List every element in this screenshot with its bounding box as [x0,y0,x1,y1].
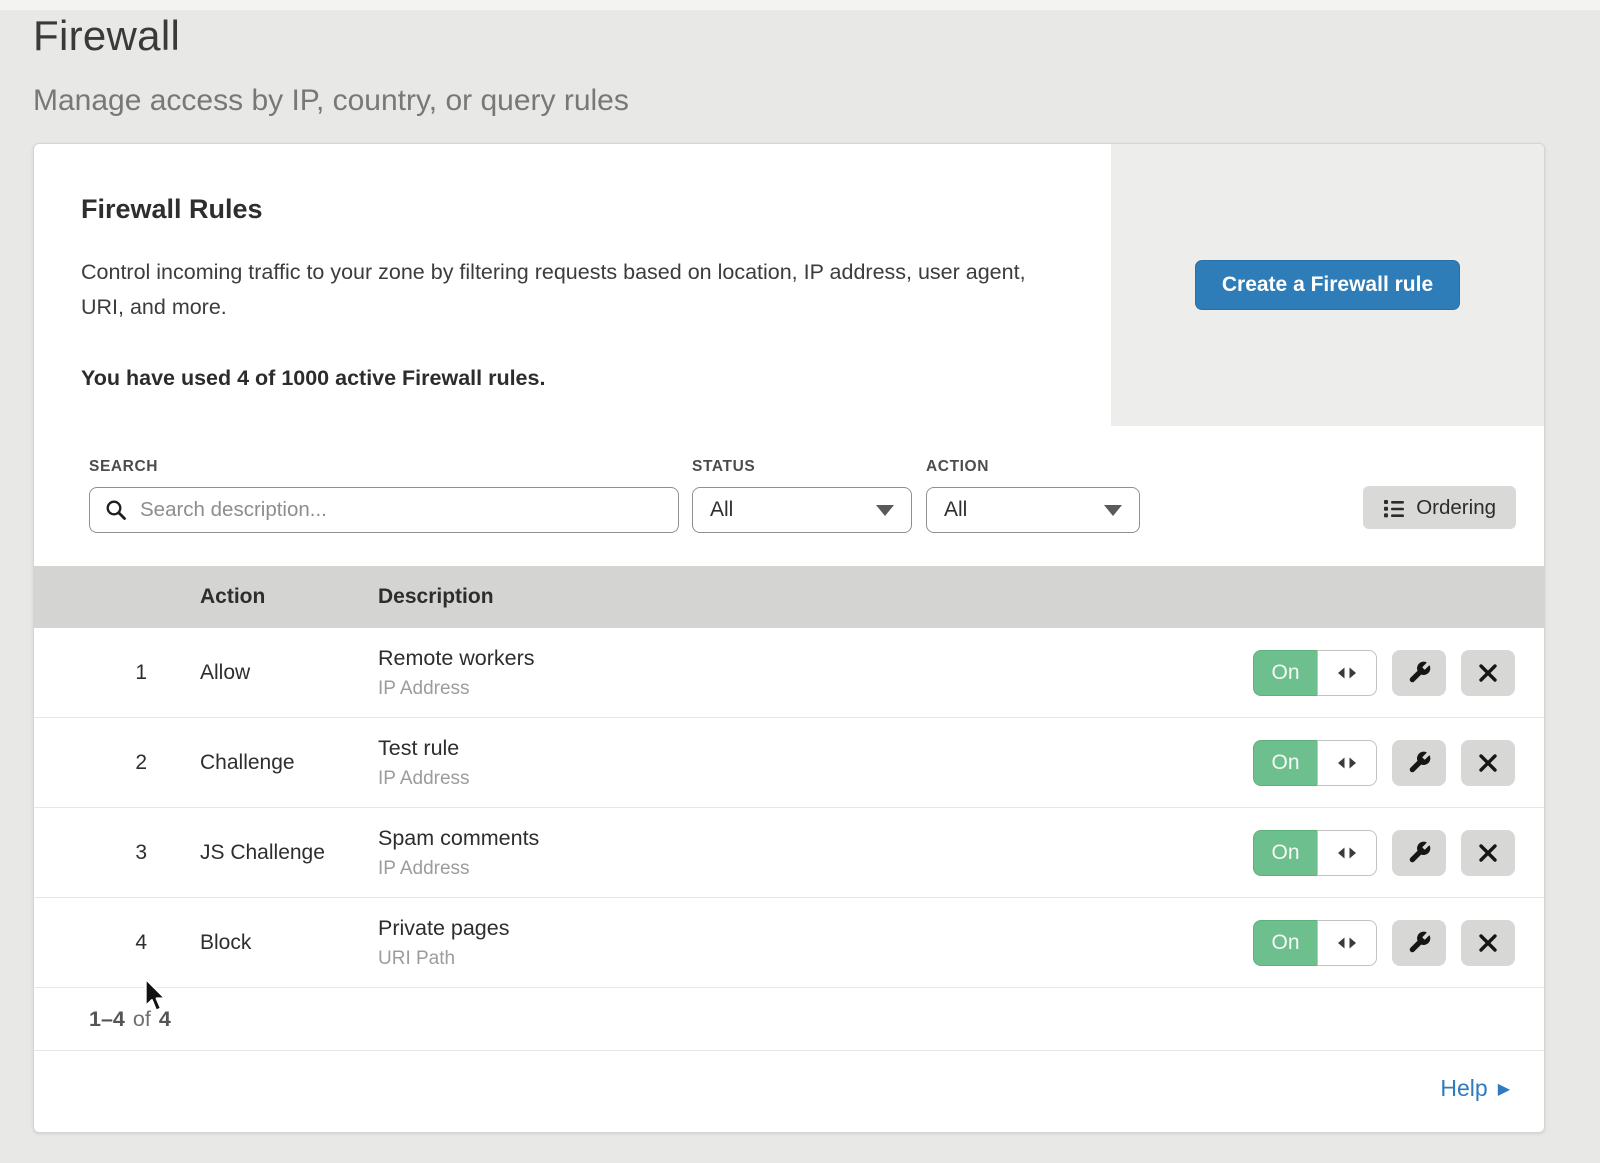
status-label: STATUS [692,458,912,476]
card-top-section: Firewall Rules Control incoming traffic … [34,144,1544,426]
create-rule-panel: Create a Firewall rule [1111,144,1544,426]
description-column-header: Description [378,585,1515,609]
rule-enabled-toggle: On [1253,830,1377,876]
search-box[interactable] [89,487,679,533]
rule-controls: On [1253,830,1515,876]
search-input[interactable] [138,497,664,523]
left-right-arrows-icon [1335,754,1359,772]
x-icon [1477,752,1499,774]
pagination-total: 4 [159,1007,171,1032]
wrench-icon [1407,660,1432,685]
rule-description: Remote workers [378,646,1253,671]
search-filter-group: SEARCH [89,458,679,533]
left-right-arrows-icon [1335,934,1359,952]
rule-enabled-toggle: On [1253,740,1377,786]
table-row: 4 Block Private pages URI Path On [34,898,1544,988]
filters-bar: SEARCH STATUS All ACTION All [34,426,1544,566]
page-subtitle: Manage access by IP, country, or query r… [33,84,1600,118]
rule-priority: 3 [89,841,147,865]
table-header: Action Description [34,566,1544,628]
top-strip [0,0,1600,10]
search-label: SEARCH [89,458,679,476]
rule-description: Test rule [378,736,1253,761]
rule-priority: 4 [89,931,147,955]
rule-match-type: IP Address [378,678,1253,700]
rule-priority: 1 [89,661,147,685]
rule-enabled-toggle: On [1253,920,1377,966]
chevron-down-icon [876,505,894,516]
action-column-header: Action [200,585,378,609]
edit-rule-button[interactable] [1392,740,1446,786]
delete-rule-button[interactable] [1461,920,1515,966]
card-intro: Firewall Rules Control incoming traffic … [34,144,1111,426]
toggle-on-segment[interactable]: On [1253,830,1317,876]
left-right-arrows-icon [1335,844,1359,862]
toggle-expand-segment[interactable] [1317,650,1377,696]
x-icon [1477,842,1499,864]
status-select[interactable]: All [692,487,912,533]
rule-controls: On [1253,920,1515,966]
ordering-button[interactable]: Ordering [1363,486,1516,529]
wrench-icon [1407,750,1432,775]
triangle-right-icon: ▶ [1498,1080,1510,1098]
page-title: Firewall [33,12,1600,60]
rule-action: Allow [200,661,378,685]
delete-rule-button[interactable] [1461,830,1515,876]
action-select[interactable]: All [926,487,1140,533]
help-link-label: Help [1440,1075,1487,1102]
card-footer: Help ▶ [34,1051,1544,1126]
wrench-icon [1407,930,1432,955]
page-header: Firewall Manage access by IP, country, o… [0,10,1600,118]
firewall-rules-card: Firewall Rules Control incoming traffic … [33,143,1545,1133]
edit-rule-button[interactable] [1392,650,1446,696]
left-right-arrows-icon [1335,664,1359,682]
action-select-value: All [944,498,967,522]
rule-match-type: URI Path [378,948,1253,970]
status-select-value: All [710,498,733,522]
rule-enabled-toggle: On [1253,650,1377,696]
toggle-on-segment[interactable]: On [1253,740,1317,786]
pagination: 1–4 of 4 [34,988,1544,1051]
table-row: 2 Challenge Test rule IP Address On [34,718,1544,808]
rule-priority: 2 [89,751,147,775]
rule-action: Block [200,931,378,955]
wrench-icon [1407,840,1432,865]
toggle-on-segment[interactable]: On [1253,650,1317,696]
rule-controls: On [1253,740,1515,786]
chevron-down-icon [1104,505,1122,516]
toggle-expand-segment[interactable] [1317,740,1377,786]
table-row: 1 Allow Remote workers IP Address On [34,628,1544,718]
delete-rule-button[interactable] [1461,740,1515,786]
card-title: Firewall Rules [81,194,1061,225]
ordered-list-icon [1383,497,1405,519]
help-link[interactable]: Help ▶ [1440,1075,1510,1102]
card-description: Control incoming traffic to your zone by… [81,255,1041,326]
rule-controls: On [1253,650,1515,696]
edit-rule-button[interactable] [1392,830,1446,876]
rule-match-type: IP Address [378,768,1253,790]
action-filter-group: ACTION All [926,458,1140,533]
rule-action: JS Challenge [200,841,378,865]
ordering-button-label: Ordering [1416,496,1496,520]
x-icon [1477,662,1499,684]
delete-rule-button[interactable] [1461,650,1515,696]
pagination-of: of [133,1007,151,1032]
edit-rule-button[interactable] [1392,920,1446,966]
rule-match-type: IP Address [378,858,1253,880]
rule-description: Spam comments [378,826,1253,851]
toggle-on-segment[interactable]: On [1253,920,1317,966]
pagination-range: 1–4 [89,1007,125,1032]
rule-action: Challenge [200,751,378,775]
usage-summary: You have used 4 of 1000 active Firewall … [81,366,1061,391]
rule-description: Private pages [378,916,1253,941]
search-icon [104,498,128,522]
create-firewall-rule-button[interactable]: Create a Firewall rule [1195,260,1460,310]
toggle-expand-segment[interactable] [1317,920,1377,966]
table-row: 3 JS Challenge Spam comments IP Address … [34,808,1544,898]
status-filter-group: STATUS All [692,458,912,533]
toggle-expand-segment[interactable] [1317,830,1377,876]
x-icon [1477,932,1499,954]
action-label: ACTION [926,458,1140,476]
